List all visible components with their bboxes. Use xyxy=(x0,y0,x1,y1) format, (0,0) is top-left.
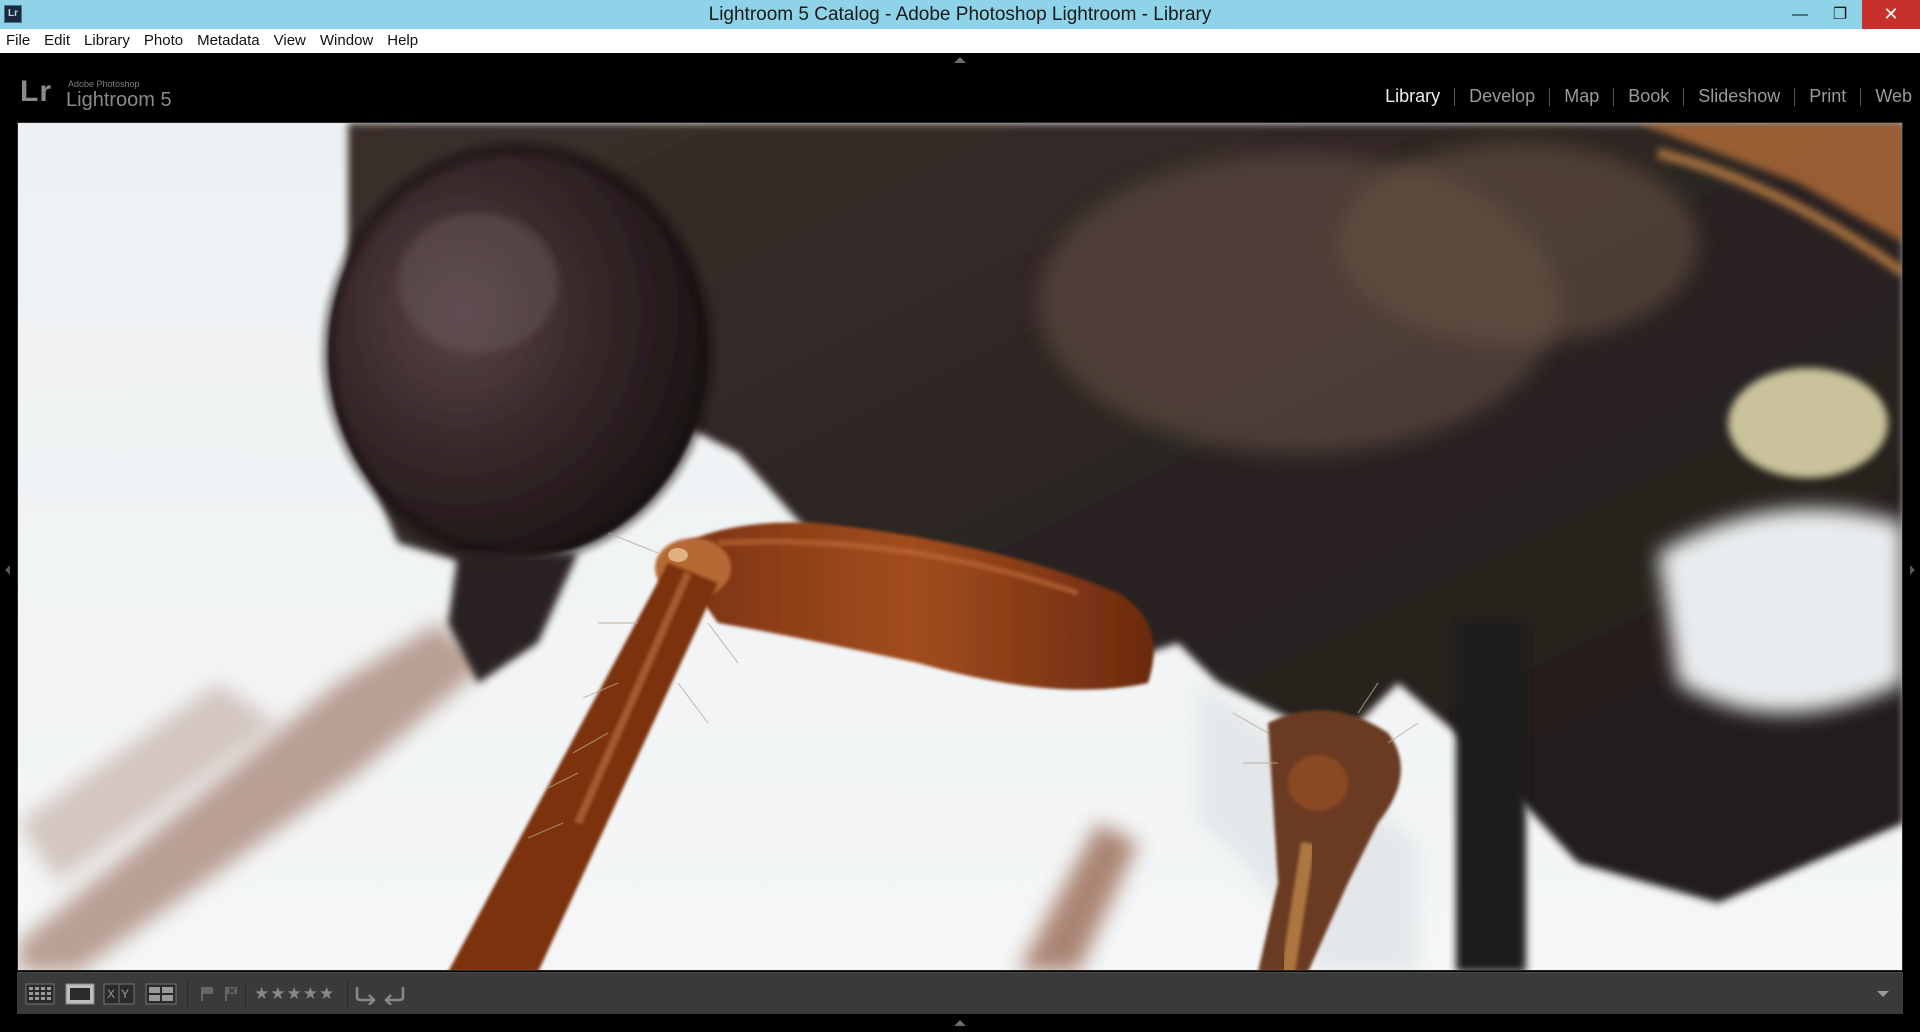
module-slideshow[interactable]: Slideshow xyxy=(1684,86,1794,107)
menu-library[interactable]: Library xyxy=(77,29,137,53)
menu-window[interactable]: Window xyxy=(313,29,380,53)
toolbar-content-menu-icon[interactable] xyxy=(1877,991,1889,997)
product-name: Lightroom 5 xyxy=(66,89,172,111)
adobe-label: Adobe Photoshop xyxy=(68,79,140,89)
toolbar-divider xyxy=(347,981,348,1007)
maximize-icon: ❐ xyxy=(1832,6,1848,23)
rotate-left-button[interactable] xyxy=(353,983,377,1006)
toolbar-divider xyxy=(245,981,246,1007)
flag-reject-button[interactable] xyxy=(223,983,239,1005)
star-rating[interactable]: ★★★★★ xyxy=(254,983,335,1005)
lr-logo-icon: Lr xyxy=(20,75,52,108)
rotate-right-button[interactable] xyxy=(383,983,407,1006)
toolbar-divider xyxy=(187,981,188,1007)
flag-reject-icon xyxy=(225,987,237,1001)
module-map[interactable]: Map xyxy=(1550,86,1613,107)
flag-pick-icon xyxy=(201,987,213,1001)
minimize-button[interactable]: — xyxy=(1780,0,1820,29)
rotate-right-icon xyxy=(384,987,405,1006)
menu-photo[interactable]: Photo xyxy=(137,29,190,53)
minimize-icon: — xyxy=(1792,6,1808,23)
module-library[interactable]: Library xyxy=(1371,86,1454,107)
menu-edit[interactable]: Edit xyxy=(37,29,77,53)
close-icon: ✕ xyxy=(1883,4,1899,24)
flag-pick-button[interactable] xyxy=(199,983,215,1005)
menu-help[interactable]: Help xyxy=(380,29,425,53)
module-web[interactable]: Web xyxy=(1861,86,1912,107)
compare-view-label: XY xyxy=(107,987,136,1001)
filmstrip-collapse-icon[interactable] xyxy=(954,1020,966,1026)
menu-view[interactable]: View xyxy=(267,29,313,53)
grid-view-icon xyxy=(25,983,55,1005)
insect-macro-image xyxy=(18,123,1902,970)
survey-view-icon xyxy=(145,983,177,1005)
module-header: Lr Adobe Photoshop Lightroom 5 Library D… xyxy=(0,53,1920,120)
loupe-view-button[interactable] xyxy=(65,983,95,1005)
rotate-left-icon xyxy=(355,987,376,1006)
library-toolbar: XY ★★★★★ xyxy=(17,972,1903,1014)
menu-file[interactable]: File xyxy=(0,29,37,53)
close-button[interactable]: ✕ xyxy=(1862,0,1920,29)
grid-view-button[interactable] xyxy=(25,983,55,1005)
right-panel-toggle-icon[interactable] xyxy=(1910,565,1915,575)
menu-bar: File Edit Library Photo Metadata View Window He… xyxy=(0,29,1920,53)
module-print[interactable]: Print xyxy=(1795,86,1860,107)
survey-view-button[interactable] xyxy=(145,983,177,1005)
loupe-view-icon xyxy=(65,983,95,1005)
window-title: Lightroom 5 Catalog - Adobe Photoshop Li… xyxy=(708,4,1212,25)
title-bar: Lr Lightroom 5 Catalog - Adobe Photoshop… xyxy=(0,0,1920,29)
top-panel-collapse-icon[interactable] xyxy=(954,57,966,63)
left-panel-toggle-icon[interactable] xyxy=(5,565,10,575)
loupe-photo[interactable] xyxy=(17,122,1903,971)
compare-view-button[interactable]: XY xyxy=(103,983,135,1005)
menu-metadata[interactable]: Metadata xyxy=(190,29,267,53)
module-picker: Library Develop Map Book Slideshow Print… xyxy=(1371,86,1912,107)
module-develop[interactable]: Develop xyxy=(1455,86,1549,107)
module-book[interactable]: Book xyxy=(1614,86,1683,107)
maximize-button[interactable]: ❐ xyxy=(1820,0,1860,29)
